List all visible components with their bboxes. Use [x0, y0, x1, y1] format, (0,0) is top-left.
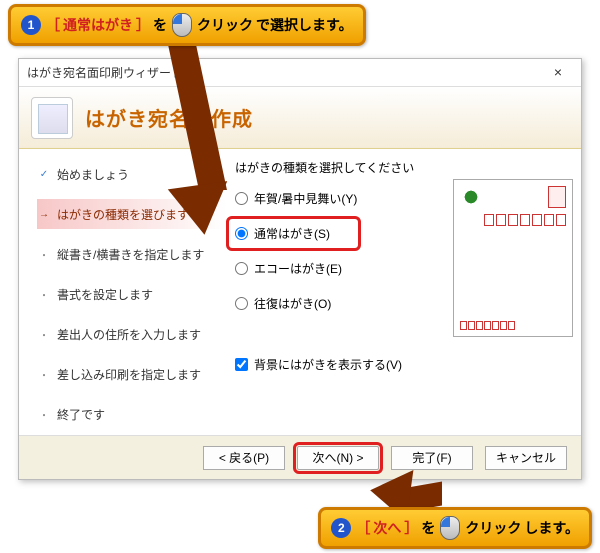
callout-action: クリック	[465, 518, 521, 538]
prompt-text: はがきの種類を選択してください	[231, 159, 571, 176]
mouse-icon	[172, 13, 192, 37]
instruction-callout-1: 1 ［ 通常はがき ］ を クリック で選択します。	[8, 4, 366, 46]
preview-zip-boxes-sender	[460, 321, 520, 330]
wizard-footer: < 戻る(P) 次へ(N) > 完了(F) キャンセル	[19, 435, 581, 479]
window-title: はがき宛名面印刷ウィザード	[27, 64, 183, 81]
step-format: ・ 書式を設定します	[37, 279, 227, 309]
wizard-window: はがき宛名面印刷ウィザード × はがき宛名面作成 ✓ 始めましょう → はがきの…	[18, 58, 582, 480]
next-button[interactable]: 次へ(N) >	[297, 446, 379, 470]
checkbox-showbg-input[interactable]	[235, 358, 248, 371]
checkbox-showbg[interactable]: 背景にはがきを表示する(V)	[231, 356, 571, 373]
radio-reply-input[interactable]	[235, 297, 248, 310]
callout-tail: します。	[524, 518, 579, 538]
instruction-callout-2: 2 ［ 次へ ］ を クリック します。	[318, 507, 592, 549]
step-sender: ・ 差出人の住所を入力します	[37, 319, 227, 349]
postcard-icon	[31, 97, 73, 139]
callout-text: を	[153, 15, 167, 35]
bracket-close: ］	[404, 518, 418, 538]
mouse-icon	[440, 516, 460, 540]
preview-stamp-icon	[548, 186, 566, 208]
callout-target: 通常はがき	[63, 15, 133, 35]
callout-number: 2	[331, 518, 351, 538]
cancel-button[interactable]: キャンセル	[485, 446, 567, 470]
arrow-to-radio	[175, 40, 255, 235]
bracket-open: ［	[46, 15, 60, 35]
title-bar: はがき宛名面印刷ウィザード ×	[19, 59, 581, 87]
callout-tail: で選択します。	[256, 15, 353, 35]
step-finish: ・ 終了です	[37, 399, 227, 429]
close-button[interactable]: ×	[543, 63, 573, 83]
preview-zip-boxes	[476, 214, 566, 226]
content-pane: はがきの種類を選択してください 年賀/暑中見舞い(Y) 通常はがき(S) エコー…	[227, 149, 581, 435]
back-button[interactable]: < 戻る(P)	[203, 446, 285, 470]
preview-logo-icon	[460, 186, 482, 208]
bracket-open: ［	[356, 518, 370, 538]
callout-action: クリック	[197, 15, 253, 35]
step-orientation: ・ 縦書き/横書きを指定します	[37, 239, 227, 269]
callout-text: を	[421, 518, 435, 538]
step-mailmerge: ・ 差し込み印刷を指定します	[37, 359, 227, 389]
postcard-preview	[453, 179, 573, 337]
wizard-header: はがき宛名面作成	[19, 87, 581, 149]
bracket-close: ］	[136, 15, 150, 35]
callout-number: 1	[21, 15, 41, 35]
radio-echo-input[interactable]	[235, 262, 248, 275]
callout-target: 次へ	[373, 518, 401, 538]
